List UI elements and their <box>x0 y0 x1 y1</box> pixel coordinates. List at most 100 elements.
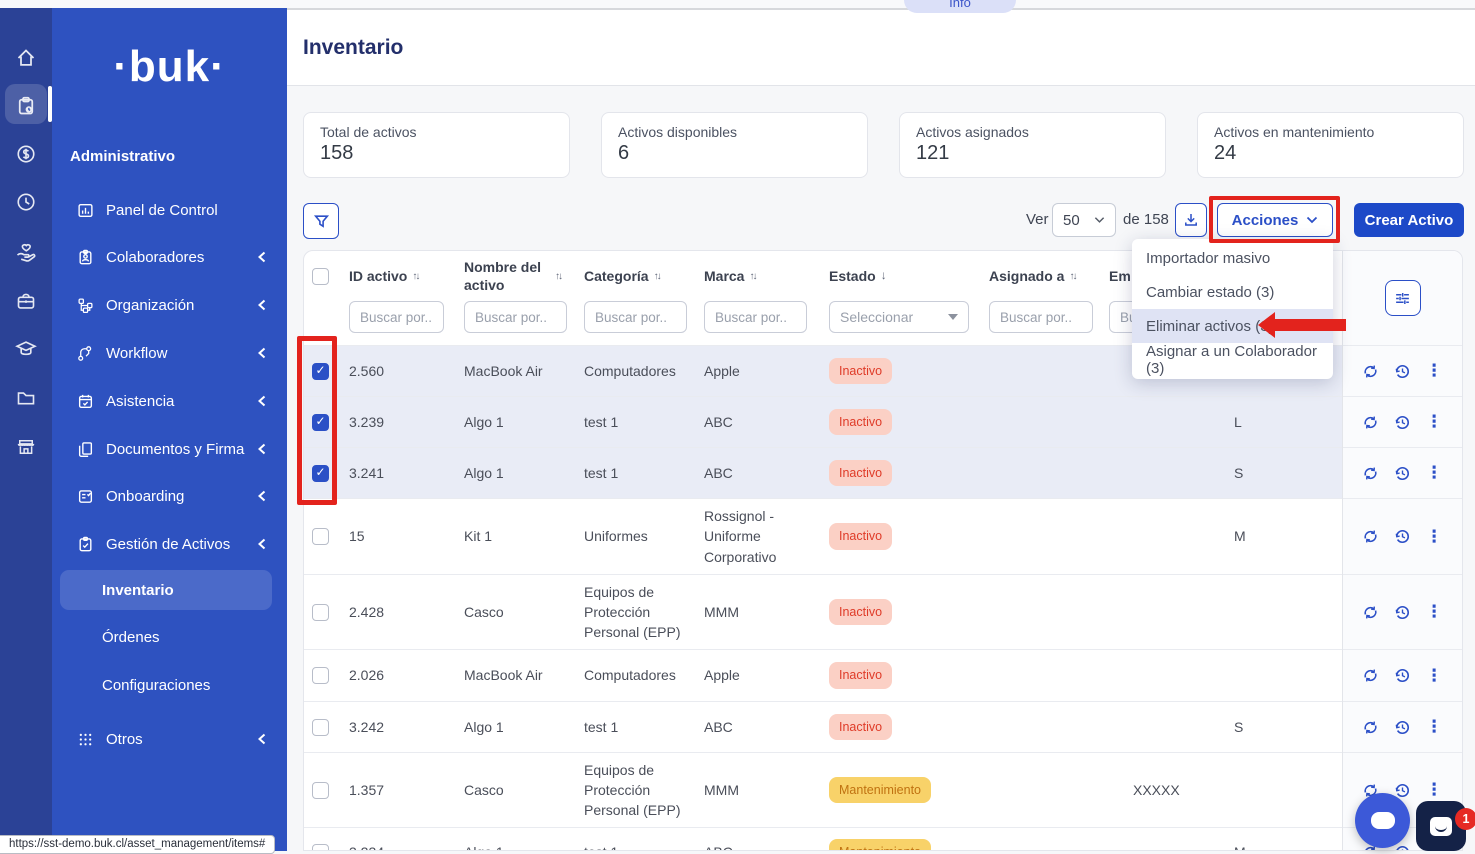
sort-icon[interactable]: ↑↓ <box>749 270 755 283</box>
time-icon[interactable] <box>0 182 52 222</box>
history-button[interactable] <box>1394 414 1411 431</box>
chevron-left-icon <box>257 347 267 359</box>
history-button[interactable] <box>1394 667 1411 684</box>
row-menu-button[interactable]: ⋮ <box>1426 463 1443 483</box>
download-button[interactable] <box>1175 203 1207 237</box>
row-menu-button[interactable]: ⋮ <box>1426 780 1443 800</box>
change-state-button[interactable] <box>1362 528 1379 545</box>
menu-item-asignar-colaborador[interactable]: Asignar a un Colaborador (3) <box>1132 343 1333 377</box>
sidebar-item-panel-de-control[interactable]: Panel de Control <box>52 196 287 224</box>
table-row: 2.428CascoEquipos de Protección Personal… <box>304 574 1344 649</box>
chevron-left-icon <box>257 733 267 745</box>
filter-assigned-input[interactable] <box>989 301 1093 333</box>
row-checkbox[interactable] <box>312 604 329 621</box>
sidebar-item-colaboradores[interactable]: Colaboradores <box>52 243 287 271</box>
create-asset-button[interactable]: Crear Activo <box>1354 203 1464 237</box>
filter-id-input[interactable] <box>349 301 444 333</box>
table-row: 1.357CascoEquipos de Protección Personal… <box>304 752 1344 827</box>
row-checkbox[interactable] <box>312 782 329 799</box>
row-actions: ⋮ <box>1343 498 1462 574</box>
page-title: Inventario <box>303 36 403 60</box>
row-menu-button[interactable]: ⋮ <box>1426 412 1443 432</box>
sidebar-item-onboarding[interactable]: Onboarding <box>52 482 287 510</box>
status-badge: Inactivo <box>829 662 892 688</box>
cell-asset-id: 3.242 <box>349 702 464 752</box>
cell-em <box>1109 499 1204 574</box>
sort-icon[interactable]: ↑↓ <box>555 270 561 283</box>
cell-category: Equipos de Protección Personal (EPP) <box>584 753 704 827</box>
sort-icon[interactable]: ↑↓ <box>654 270 660 283</box>
row-menu-button[interactable]: ⋮ <box>1426 361 1443 381</box>
change-state-button[interactable] <box>1362 719 1379 736</box>
history-button[interactable] <box>1394 719 1411 736</box>
filter-name-input[interactable] <box>464 301 567 333</box>
cell-asset-name: Algo 1 <box>464 397 584 447</box>
asset-management-icon[interactable] <box>0 86 52 126</box>
menu-item-cambiar-estado[interactable]: Cambiar estado (3) <box>1132 275 1333 309</box>
chat-launcher-button[interactable] <box>1355 793 1410 848</box>
sort-icon[interactable]: ↑↓ <box>1069 270 1075 283</box>
ver-label: Ver <box>1026 211 1049 228</box>
select-all-checkbox[interactable] <box>312 268 329 285</box>
payroll-icon[interactable] <box>0 134 52 174</box>
sidebar-item-workflow[interactable]: Workflow <box>52 339 287 367</box>
benefits-icon[interactable] <box>0 233 52 273</box>
grid-dots-icon <box>76 732 94 747</box>
cell-asset-name: Kit 1 <box>464 499 584 574</box>
change-state-button[interactable] <box>1362 604 1379 621</box>
column-settings-button[interactable] <box>1385 280 1421 316</box>
sliders-icon <box>1394 290 1411 307</box>
sidebar-item-documentos-y-firma[interactable]: Documentos y Firma <box>52 435 287 463</box>
sort-desc-icon[interactable]: ↓ <box>881 268 887 284</box>
culture-icon[interactable] <box>0 281 52 321</box>
history-button[interactable] <box>1394 465 1411 482</box>
filter-button[interactable] <box>303 203 339 239</box>
sidebar-item-gestion-de-activos[interactable]: Gestión de Activos <box>52 530 287 558</box>
change-state-button[interactable] <box>1362 465 1379 482</box>
cell-brand: ABC <box>704 828 829 851</box>
sidebar-subitem-ordenes[interactable]: Órdenes <box>102 629 160 646</box>
change-state-button[interactable] <box>1362 363 1379 380</box>
change-state-button[interactable] <box>1362 414 1379 431</box>
row-menu-button[interactable]: ⋮ <box>1426 717 1443 737</box>
row-menu-button[interactable]: ⋮ <box>1426 602 1443 622</box>
row-checkbox[interactable] <box>312 719 329 736</box>
stat-card-mantenimiento: Activos en mantenimiento 24 <box>1197 112 1464 178</box>
menu-item-importador-masivo[interactable]: Importador masivo <box>1132 241 1333 275</box>
row-actions: ⋮ <box>1343 649 1462 701</box>
row-checkbox[interactable] <box>312 528 329 545</box>
filter-status-select[interactable]: Seleccionar <box>829 301 969 333</box>
cell-status: Inactivo <box>829 650 989 701</box>
row-checkbox[interactable] <box>312 844 329 851</box>
page-size-select[interactable]: 50 <box>1052 203 1116 237</box>
marketplace-icon[interactable] <box>0 427 52 467</box>
sidebar-subitem-configuraciones[interactable]: Configuraciones <box>102 677 210 694</box>
sidebar-item-otros[interactable]: Otros <box>52 725 287 753</box>
row-menu-button[interactable]: ⋮ <box>1426 527 1443 547</box>
sidebar-subitem-inventario[interactable]: Inventario <box>60 570 272 610</box>
change-state-button[interactable] <box>1362 667 1379 684</box>
row-checkbox[interactable] <box>312 667 329 684</box>
home-icon[interactable] <box>0 38 52 78</box>
row-menu-button[interactable]: ⋮ <box>1426 666 1443 686</box>
cell-size: S <box>1204 448 1344 498</box>
history-button[interactable] <box>1394 528 1411 545</box>
cell-em <box>1109 702 1204 752</box>
education-icon[interactable] <box>0 329 52 369</box>
history-button[interactable] <box>1394 363 1411 380</box>
filter-category-input[interactable] <box>584 301 687 333</box>
sidebar-item-organizacion[interactable]: Organización <box>52 291 287 319</box>
cell-assigned-to <box>989 346 1109 396</box>
filter-brand-input[interactable] <box>704 301 807 333</box>
clipboard-icon <box>76 536 94 553</box>
download-icon <box>1183 212 1199 228</box>
sort-icon[interactable]: ↑↓ <box>412 270 418 283</box>
folder-icon[interactable] <box>0 378 52 418</box>
history-button[interactable] <box>1394 604 1411 621</box>
info-tooltip: Info <box>904 0 1016 13</box>
sidebar-item-asistencia[interactable]: Asistencia <box>52 387 287 415</box>
workflow-icon <box>76 345 94 362</box>
chevron-left-icon <box>257 299 267 311</box>
cell-category: test 1 <box>584 397 704 447</box>
history-button[interactable] <box>1394 844 1411 851</box>
